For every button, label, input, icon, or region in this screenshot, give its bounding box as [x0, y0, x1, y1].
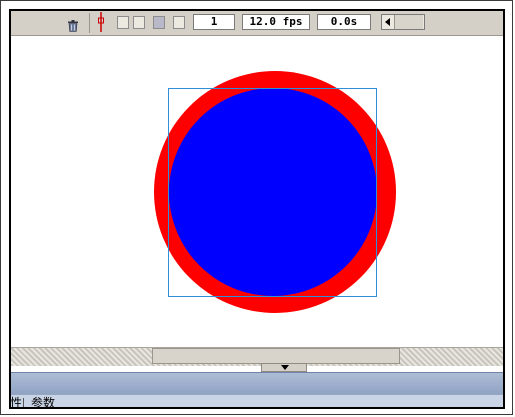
tab-properties[interactable]: 属性	[11, 397, 22, 408]
tab-separator	[23, 398, 24, 407]
center-frame-icon[interactable]	[95, 12, 107, 32]
current-frame-field: 1	[193, 14, 235, 30]
onion-skin-outlines-icon[interactable]	[133, 16, 145, 29]
onion-skin-icon[interactable]	[117, 16, 129, 29]
scroll-thumb[interactable]	[394, 15, 423, 29]
properties-panel-header	[11, 372, 503, 395]
modify-onion-markers-icon[interactable]	[173, 16, 185, 29]
flash-workspace: 1 12.0 fps 0.0s 属性 参数	[9, 9, 505, 409]
stage[interactable]	[11, 37, 503, 347]
tab-parameters[interactable]: 参数	[31, 397, 55, 408]
stage-hscrollbar[interactable]	[11, 347, 503, 366]
timeline-hscroll[interactable]	[381, 14, 425, 30]
stage-hscroll-thumb[interactable]	[152, 348, 400, 364]
blue-circle-shape[interactable]	[169, 88, 377, 296]
elapsed-time-field: 0.0s	[317, 14, 371, 30]
panel-collapse-toggle[interactable]	[261, 363, 307, 372]
separator	[89, 13, 90, 33]
frame-rate-field: 12.0 fps	[242, 14, 310, 30]
properties-panel-tabs: 属性 参数	[11, 394, 503, 408]
trash-icon[interactable]	[67, 17, 79, 32]
collapse-arrow-icon[interactable]	[281, 365, 289, 370]
edit-multiple-frames-icon[interactable]	[153, 16, 165, 29]
scroll-left-arrow-icon[interactable]	[385, 18, 390, 26]
timeline-bar: 1 12.0 fps 0.0s	[11, 11, 503, 36]
